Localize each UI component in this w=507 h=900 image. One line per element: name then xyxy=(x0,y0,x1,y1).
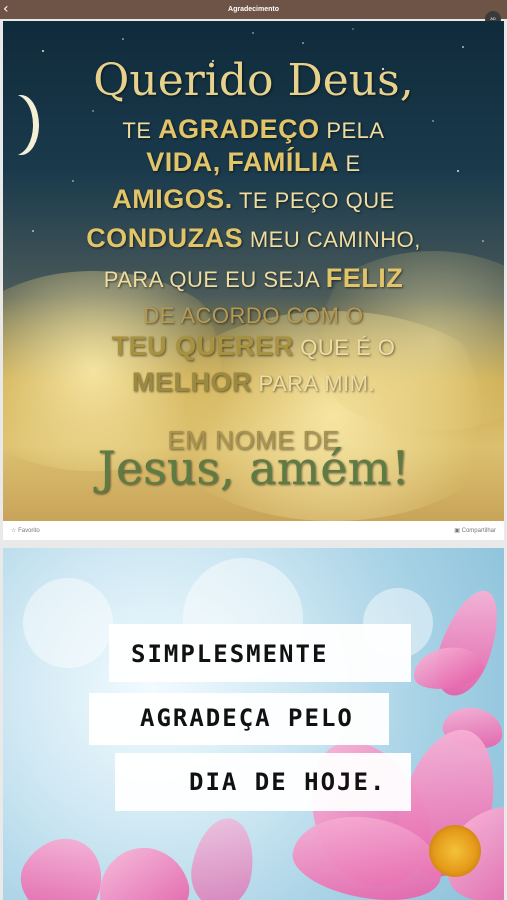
favorite-label: Favorito xyxy=(18,528,40,534)
quote-line: CONDUZAS MEU CAMINHO, xyxy=(86,223,421,253)
favorite-button[interactable]: ☆ Favorito xyxy=(11,527,40,534)
quote-line: AGRADEÇA PELO xyxy=(140,704,354,732)
quote-line: DIA DE HOJE. xyxy=(189,768,387,796)
quote-line: VIDA, FAMÍLIA E xyxy=(146,147,361,177)
app-bar: ‹ Agradecimento xyxy=(0,0,507,19)
quote-line: TEU QUERER QUE É O xyxy=(111,331,396,361)
share-icon: ▣ xyxy=(454,528,460,534)
quote-line: PARA QUE EU SEJA FELIZ xyxy=(103,263,404,293)
post-card-1: Querido Deus, TE AGRADEÇO PELA VIDA, FAM… xyxy=(3,21,504,540)
star-icon: ☆ xyxy=(11,528,17,534)
post-actions: ☆ Favorito ▣ Compartilhar xyxy=(3,521,504,540)
share-button[interactable]: ▣ Compartilhar xyxy=(454,527,496,534)
bokeh-circle xyxy=(23,578,113,668)
quote-line: TE AGRADEÇO PELA xyxy=(122,114,385,144)
post-image-2[interactable]: SIMPLESMENTE AGRADEÇA PELO DIA DE HOJE. xyxy=(3,548,504,900)
quote-line: DE ACORDO COM O xyxy=(143,303,364,328)
quote-line: Jesus, amém! xyxy=(97,441,410,495)
post-image-1[interactable]: Querido Deus, TE AGRADEÇO PELA VIDA, FAM… xyxy=(3,21,504,521)
flower-petal xyxy=(185,813,261,900)
quote-line: AMIGOS. TE PEÇO QUE xyxy=(112,184,395,214)
page-title: Agradecimento xyxy=(228,6,279,13)
quote-line: MELHOR PARA MIM. xyxy=(131,367,376,397)
share-label: Compartilhar xyxy=(461,528,496,534)
quote-line: Querido Deus, xyxy=(93,55,414,106)
flower-center xyxy=(429,825,481,877)
flower-petal xyxy=(89,837,197,900)
quote-line: SIMPLESMENTE xyxy=(131,640,329,668)
